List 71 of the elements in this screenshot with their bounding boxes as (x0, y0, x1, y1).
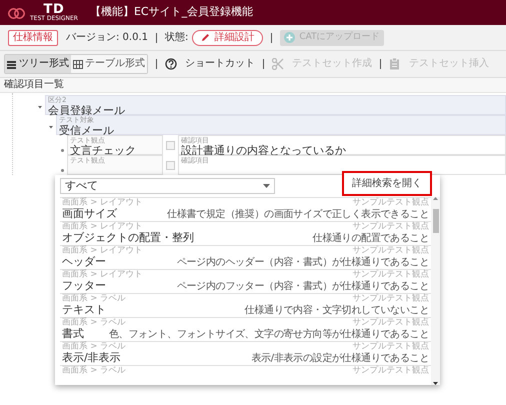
view-tab[interactable]: ツリー形式 (5, 55, 71, 73)
caret-down-icon[interactable] (35, 103, 45, 111)
source-text: サンプルテスト観点 (352, 246, 429, 256)
list-item[interactable]: 画面系 > ラベル サンプルテスト観点 表示/非表示 表示/非表示の設定が仕様通りであること (60, 341, 431, 365)
item-description: ページ内のフッター（内容・書式）が仕様通りであること (176, 280, 429, 293)
source-text: サンプルテスト観点 (352, 294, 429, 304)
category-text: 画面系 > ラベル (62, 342, 126, 352)
view-tab[interactable]: テーブル形式 (71, 55, 147, 73)
item-description: 仕様通りの配置であること (312, 232, 429, 245)
item-description: 仕様書で規定（推奨）の画面サイズで正しく表示できること (167, 208, 429, 221)
caret-down-icon (433, 382, 438, 385)
open-search-link[interactable]: 詳細検索を開く (342, 170, 432, 196)
filter-dropdown[interactable]: すべて (60, 178, 275, 194)
category-text: 画面系 > レイアウト (62, 270, 143, 280)
caret-down-icon (263, 184, 270, 188)
category-text: 画面系 > ラベル (62, 366, 126, 376)
checkbox-icon (166, 141, 175, 150)
item-description: 仕様通りで内容・文字切れしていないこと (244, 304, 429, 317)
list-item[interactable]: 画面系 > レイアウト サンプルテスト観点 フッター ページ内のフッター（内容・書式）が仕様通りであること (60, 269, 431, 293)
item-title: オブジェクトの配置・整列 (62, 230, 194, 245)
category-text: 画面系 > レイアウト (62, 246, 143, 256)
field-value: 会員登録メール (48, 105, 126, 116)
plus-circle-icon (284, 32, 296, 43)
toolbar-button[interactable]: ショートカット (165, 55, 255, 73)
list-item[interactable]: 画面系 > レイアウト サンプルテスト観点 ヘッダー ページ内のヘッダー（内容・書式）が仕様通りであること (60, 245, 431, 269)
item-title: 画面サイズ (62, 206, 117, 221)
source-text: サンプルテスト観点 (352, 342, 429, 352)
clipboard-icon (389, 58, 401, 70)
help-icon (165, 58, 177, 70)
field-value: 文言チェック (70, 145, 137, 156)
category-text: 画面系 > ラベル (62, 318, 126, 328)
field-value: 受信メール (59, 125, 115, 136)
list-icon (7, 60, 17, 68)
list-item[interactable]: 画面系 > レイアウト サンプルテスト観点 画面サイズ 仕様書で規定（推奨）の画面サイズで正しく表示できること (60, 197, 431, 221)
source-text: サンプルテスト観点 (352, 366, 429, 376)
scissors-icon (272, 58, 284, 70)
version-label: バージョン: 0.0.1 (66, 31, 148, 45)
item-title: 書式 (62, 326, 84, 341)
logo-text: TD (43, 4, 64, 16)
section-title: 確認項目一覧 (0, 78, 506, 93)
pencil-icon (201, 33, 210, 42)
checkbox-icon (166, 161, 175, 170)
category-text: 画面系 > レイアウト (62, 222, 143, 232)
item-description: 表示/非表示の設定が仕様通りであること (251, 352, 429, 365)
item-description: 色、フォント、フォントサイズ、文字の寄せ方向等が仕様通りであること (108, 328, 429, 341)
grid-icon (73, 60, 83, 68)
item-title: テキスト (62, 302, 106, 317)
item-title: フッター (62, 278, 106, 293)
bullet-icon (60, 148, 64, 152)
bullet-icon (60, 168, 64, 172)
category-text: 画面系 > ラベル (62, 294, 126, 304)
scrollbar-thumb[interactable] (432, 209, 438, 233)
source-text: サンプルテスト観点 (352, 222, 429, 232)
list-item[interactable]: 画面系 > ラベル サンプルテスト観点 テキスト 仕様通りで内容・文字切れしていないこと (60, 293, 431, 317)
status-label: 状態: (165, 30, 188, 45)
window-title: 【機能】ECサイト_会員登録機能 (90, 4, 254, 20)
knot-logo-icon (8, 6, 26, 20)
caret-down-icon[interactable] (46, 123, 56, 131)
item-description: ページ内のヘッダー（内容・書式）が仕様通りであること (176, 256, 429, 269)
category-text: 画面系 > レイアウト (62, 198, 143, 208)
source-text: サンプルテスト観点 (352, 318, 429, 328)
spec-button[interactable]: 仕様情報 (8, 30, 58, 46)
list-item[interactable]: 画面系 > ラベル サンプルテスト観点 書式 色、フォント、フォントサイズ、文字の寄せ方向等が仕様通りであること (60, 317, 431, 341)
source-text: サンプルテスト観点 (352, 270, 429, 280)
caret-up-icon (433, 197, 438, 200)
source-text: サンプルテスト観点 (352, 198, 429, 208)
item-title: ヘッダー (62, 254, 106, 269)
item-title: 表示/非表示 (62, 350, 121, 365)
list-item[interactable]: 画面系 > レイアウト サンプルテスト観点 オブジェクトの配置・整列 仕様通りの配置であること (60, 221, 431, 245)
scrollbar[interactable] (431, 197, 440, 385)
status-button[interactable]: 詳細設計 (192, 30, 264, 46)
